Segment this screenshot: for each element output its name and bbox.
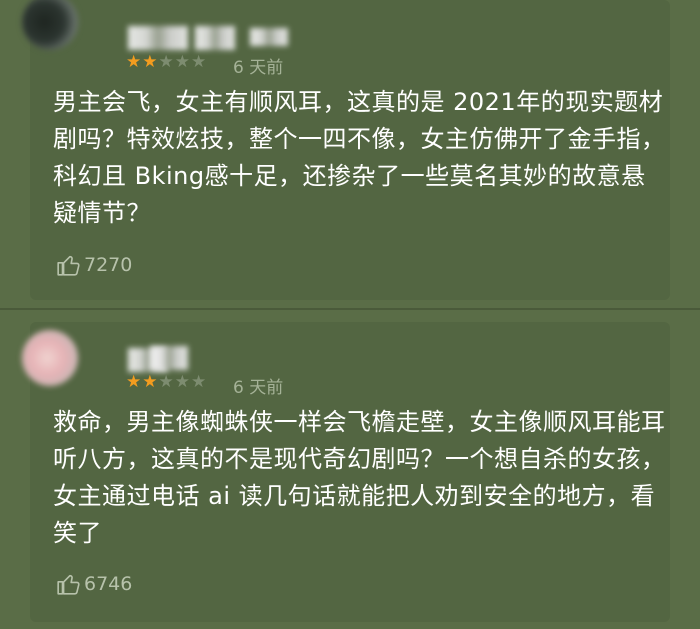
like-button[interactable]: 6746 [56, 571, 132, 597]
username-blurred[interactable] [195, 26, 235, 50]
thumbs-up-icon [57, 574, 80, 595]
like-count: 6746 [84, 573, 133, 595]
username-blurred[interactable] [128, 26, 188, 50]
star-icon: ★ [174, 372, 191, 392]
comment-time: 6 天前 [233, 58, 284, 78]
rating-stars: ★★★★★ [126, 372, 207, 392]
star-icon: ★ [126, 372, 143, 392]
comment-text: 救命，男主像蜘蛛侠一样会飞檐走壁，女主像顺风耳能耳听八方，这真的不是现代奇幻剧吗… [53, 408, 666, 547]
star-icon: ★ [174, 52, 191, 72]
star-icon: ★ [126, 52, 143, 72]
thumbs-up-icon [57, 255, 80, 276]
comment-divider [0, 308, 700, 310]
star-icon: ★ [158, 372, 175, 392]
username-blurred[interactable] [150, 346, 188, 370]
rating-stars: ★★★★★ [126, 52, 207, 72]
like-count: 7270 [84, 254, 133, 276]
star-icon: ★ [142, 52, 159, 72]
star-icon: ★ [158, 52, 175, 72]
star-icon: ★ [191, 372, 208, 392]
username-blurred[interactable] [250, 28, 288, 46]
comment-text: 男主会飞，女主有顺风耳，这真的是 2021年的现实题材剧吗？特效炫技，整个一四不… [53, 88, 666, 227]
like-button[interactable]: 7270 [56, 252, 132, 278]
star-icon: ★ [191, 52, 208, 72]
star-icon: ★ [142, 372, 159, 392]
avatar[interactable] [22, 330, 78, 386]
comment-time: 6 天前 [233, 378, 284, 398]
